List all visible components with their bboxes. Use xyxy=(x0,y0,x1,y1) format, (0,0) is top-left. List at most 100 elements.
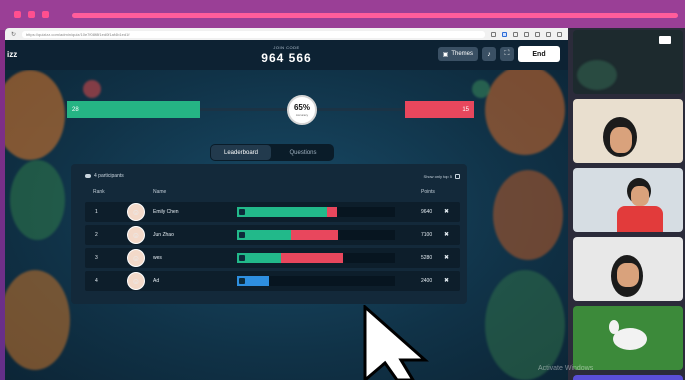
printer-icon[interactable] xyxy=(502,31,507,37)
window-dot-icon xyxy=(42,11,49,18)
collections-icon[interactable] xyxy=(535,31,540,37)
leaderboard-row[interactable]: 4 ☺ Ad 2400 ✖ xyxy=(85,271,460,291)
remove-player-icon[interactable]: ✖ xyxy=(444,254,449,261)
leaderboard-columns: Rank Name Points xyxy=(85,189,460,199)
zoom-icon[interactable] xyxy=(491,31,496,37)
join-code-label: JOIN CODE xyxy=(273,45,300,50)
video-tile[interactable] xyxy=(573,168,683,232)
participants-count: 4 participants xyxy=(85,173,124,179)
window-dot-icon xyxy=(14,11,21,18)
show-top-toggle[interactable]: Show only top 5 xyxy=(423,173,460,179)
correct-bar xyxy=(237,230,291,240)
name-column-header: Name xyxy=(153,189,167,195)
fullscreen-icon: ⛶ xyxy=(504,50,510,57)
top-controls: ▣ Themes ♪ ⛶ End xyxy=(437,46,560,62)
join-code: 964 566 xyxy=(261,51,312,65)
extension-icon[interactable] xyxy=(513,31,518,37)
bookmark-icon[interactable] xyxy=(524,31,529,37)
show-top-label: Show only top 5 xyxy=(423,173,452,179)
avatar: ☺ xyxy=(127,249,145,267)
mouse-cursor-icon xyxy=(363,305,429,380)
jungle-decor xyxy=(485,270,565,380)
rank-cell: 1 xyxy=(95,209,98,215)
score-bar xyxy=(237,276,395,286)
jungle-decor xyxy=(83,80,101,98)
camera-icon[interactable] xyxy=(659,36,671,44)
question-marker-icon xyxy=(239,209,245,215)
end-button[interactable]: End xyxy=(518,46,560,62)
rank-cell: 3 xyxy=(95,255,98,261)
points-column-header: Points xyxy=(421,189,435,195)
incorrect-bar xyxy=(281,253,343,263)
name-cell: wes xyxy=(153,255,162,261)
video-call-panel xyxy=(568,28,685,380)
window-dot-icon xyxy=(28,11,35,18)
question-marker-icon xyxy=(239,278,245,284)
accuracy-bar: 28 15 65% Accuracy xyxy=(67,95,474,125)
address-bar[interactable]: https://quizizz.com/admin/quiz/10e7f08f8… xyxy=(22,30,485,38)
video-tile[interactable] xyxy=(573,30,683,94)
remove-player-icon[interactable]: ✖ xyxy=(444,231,449,238)
video-tile[interactable] xyxy=(573,99,683,163)
remove-player-icon[interactable]: ✖ xyxy=(444,208,449,215)
url-text: https://quizizz.com/admin/quiz/10e7f08f8… xyxy=(26,31,130,37)
goose-head xyxy=(609,320,619,334)
participant-face xyxy=(610,127,632,153)
participants-label: 4 participants xyxy=(94,173,124,179)
avatar: ☺ xyxy=(127,203,145,221)
profile-icon[interactable] xyxy=(546,31,551,37)
score-bar xyxy=(237,207,395,217)
music-button[interactable]: ♪ xyxy=(482,47,496,61)
browser-window: ↻ https://quizizz.com/admin/quiz/10e7f08… xyxy=(5,28,568,380)
jungle-decor xyxy=(5,270,70,370)
more-icon[interactable] xyxy=(557,31,562,37)
points-cell: 2400 xyxy=(421,278,433,284)
join-code-block: JOIN CODE 964 566 xyxy=(261,45,311,65)
incorrect-bar xyxy=(290,230,339,240)
jungle-decor xyxy=(493,170,563,260)
browser-toolbar: ↻ https://quizizz.com/admin/quiz/10e7f08… xyxy=(5,28,568,40)
question-marker-icon xyxy=(239,232,245,238)
goose-image xyxy=(613,328,647,350)
jungle-decor xyxy=(10,160,65,240)
leaderboard-row[interactable]: 1 ☺ Emily Chen 9640 ✖ xyxy=(85,202,460,222)
show-top-checkbox[interactable] xyxy=(455,173,460,179)
remove-player-icon[interactable]: ✖ xyxy=(444,277,449,284)
refresh-icon[interactable]: ↻ xyxy=(11,31,16,38)
leaderboard-panel: 4 participants Show only top 5 Rank Name… xyxy=(71,164,467,304)
jungle-decor xyxy=(485,65,565,155)
video-tile[interactable] xyxy=(573,306,683,370)
tab-leaderboard[interactable]: Leaderboard xyxy=(211,145,271,160)
tab-questions[interactable]: Questions xyxy=(273,145,333,160)
activation-watermark: Activate Windows xyxy=(538,365,594,372)
points-cell: 7100 xyxy=(421,232,433,238)
incorrect-count-value: 15 xyxy=(462,106,469,113)
video-tile[interactable] xyxy=(573,237,683,301)
fullscreen-button[interactable]: ⛶ xyxy=(500,47,514,61)
accuracy-percent: 65% xyxy=(293,102,310,112)
incorrect-bar xyxy=(327,207,337,217)
themes-button[interactable]: ▣ Themes xyxy=(437,47,478,61)
leaderboard-row[interactable]: 2 ☺ Jun Zhao 7100 ✖ xyxy=(85,225,460,245)
top-bar: izz JOIN CODE 964 566 ▣ Themes ♪ ⛶ End xyxy=(5,40,568,70)
video-tile[interactable] xyxy=(573,375,683,380)
correct-count: 28 xyxy=(67,101,200,118)
incorrect-count: 15 xyxy=(405,101,474,118)
window-dots xyxy=(14,11,49,18)
people-icon xyxy=(85,174,91,178)
jungle-decor xyxy=(5,70,65,160)
brand-logo[interactable]: izz xyxy=(7,50,17,59)
correct-count-value: 28 xyxy=(72,106,79,113)
participant-face xyxy=(617,263,639,287)
accuracy-badge: 65% Accuracy xyxy=(287,95,317,125)
points-cell: 5280 xyxy=(421,255,433,261)
participant-face xyxy=(631,186,649,206)
leaderboard-row[interactable]: 3 ☺ wes 5280 ✖ xyxy=(85,248,460,268)
view-tabs: Leaderboard Questions xyxy=(210,144,334,161)
correct-bar xyxy=(237,207,328,217)
participant-shirt xyxy=(617,206,663,232)
question-marker-icon xyxy=(239,255,245,261)
recording-frame-bar xyxy=(0,0,685,30)
score-bar xyxy=(237,253,395,263)
leaderboard-header: 4 participants Show only top 5 xyxy=(85,170,460,182)
